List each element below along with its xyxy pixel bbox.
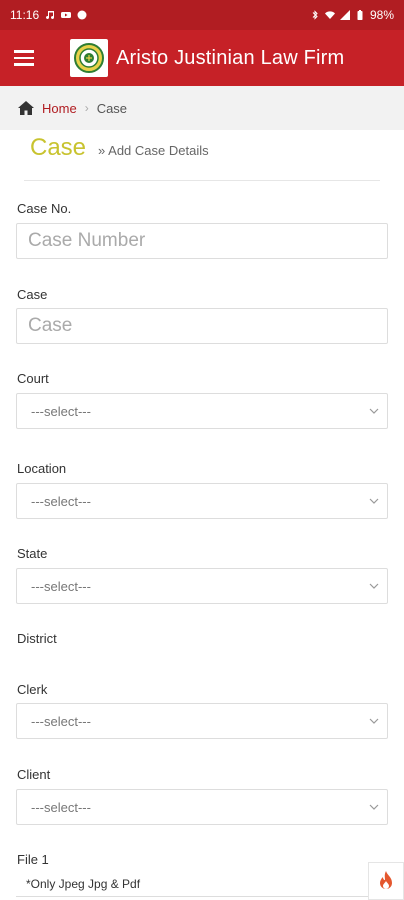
chevron-down-icon	[369, 583, 379, 589]
chevron-down-icon	[369, 804, 379, 810]
breadcrumb: Home › Case	[0, 86, 404, 130]
chevron-down-icon	[369, 498, 379, 504]
court-select[interactable]: ---select---	[16, 393, 388, 429]
page-heading: Case » Add Case Details	[30, 134, 209, 162]
battery-level: 98%	[369, 8, 394, 22]
battery-icon	[357, 10, 363, 20]
client-label: Client	[17, 767, 51, 782]
client-select[interactable]: ---select---	[16, 789, 388, 825]
file1-input[interactable]	[16, 896, 388, 897]
app-title: Aristo Justinian Law Firm	[116, 46, 345, 69]
bluetooth-icon	[312, 10, 318, 20]
court-selected-value: ---select---	[31, 403, 91, 419]
music-icon	[46, 11, 55, 20]
floating-action-button[interactable]	[368, 862, 404, 900]
home-icon[interactable]	[18, 101, 34, 115]
client-selected-value: ---select---	[31, 799, 91, 815]
breadcrumb-current: Case	[96, 100, 128, 116]
flame-icon	[380, 871, 392, 889]
youtube-icon	[61, 12, 72, 18]
circle-icon	[77, 10, 87, 20]
case-input[interactable]	[16, 308, 388, 344]
app-bar: Aristo Justinian Law Firm	[0, 30, 404, 86]
case-label: Case	[17, 287, 48, 302]
status-bar: 11:16 98%	[0, 0, 404, 30]
signal-icon	[339, 10, 350, 20]
divider	[24, 180, 380, 181]
location-select[interactable]: ---select---	[16, 483, 388, 519]
chevron-down-icon	[369, 718, 379, 724]
breadcrumb-home-link[interactable]: Home	[42, 101, 77, 116]
clerk-label: Clerk	[17, 682, 48, 697]
state-selected-value: ---select---	[31, 578, 91, 594]
status-time: 11:16	[10, 8, 40, 22]
wifi-icon	[324, 11, 335, 19]
clerk-select[interactable]: ---select---	[16, 703, 388, 739]
location-selected-value: ---select---	[31, 493, 91, 509]
state-select[interactable]: ---select---	[16, 568, 388, 604]
clerk-selected-value: ---select---	[31, 713, 91, 729]
location-label: Location	[17, 461, 67, 476]
menu-icon[interactable]	[14, 44, 42, 72]
page-subtitle: » Add Case Details	[98, 143, 209, 158]
logo-emblem-icon	[74, 43, 104, 73]
page-title: Case	[30, 134, 87, 161]
breadcrumb-separator-icon: ›	[84, 101, 89, 115]
state-label: State	[17, 546, 48, 561]
chevron-down-icon	[369, 408, 379, 414]
district-label: District	[17, 631, 57, 646]
firm-logo	[70, 39, 108, 77]
case-no-label: Case No.	[17, 201, 72, 216]
case-number-input[interactable]	[16, 223, 388, 259]
file1-label: File 1	[17, 852, 49, 867]
court-label: Court	[17, 371, 49, 386]
file1-note: *Only Jpeg Jpg & Pdf	[26, 877, 141, 891]
